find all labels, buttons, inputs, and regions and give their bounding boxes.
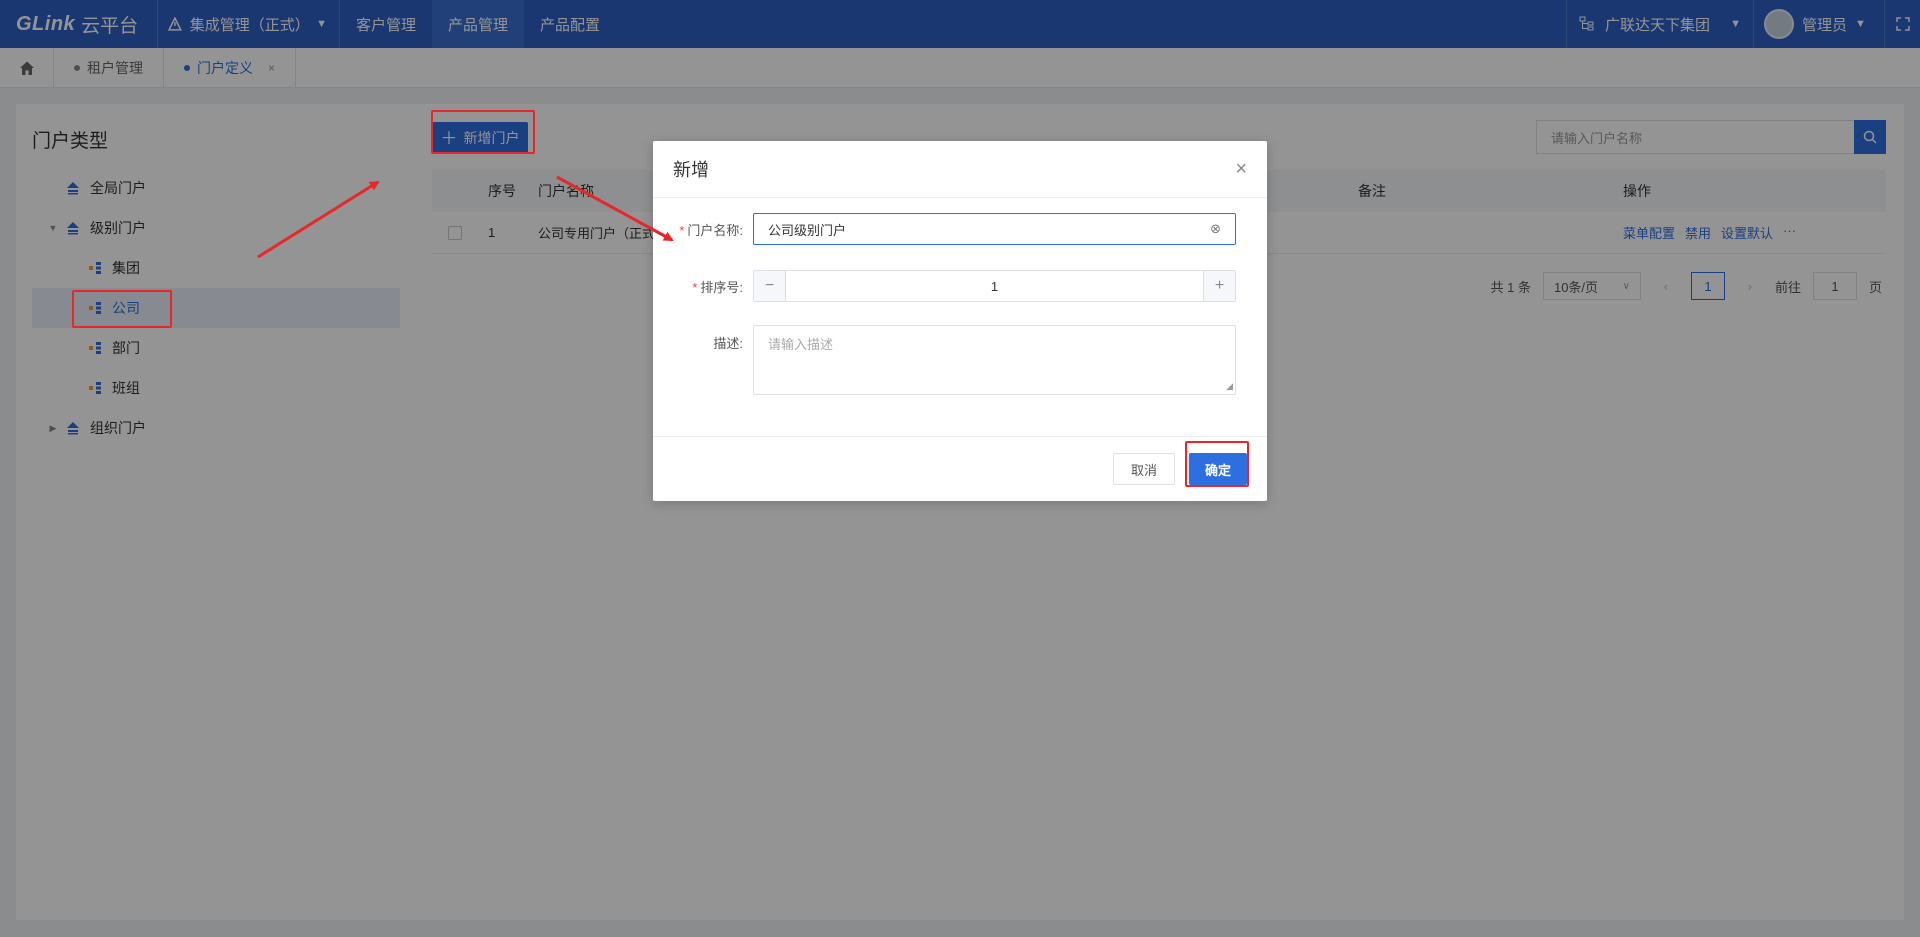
- dialog-footer: 取消 确定: [653, 436, 1267, 501]
- order-row: * 排序号: − 1 +: [653, 270, 1267, 302]
- order-stepper: − 1 +: [753, 270, 1236, 302]
- annotation-box-add-button: [431, 110, 535, 154]
- decrement-button[interactable]: −: [754, 271, 786, 301]
- order-value[interactable]: 1: [786, 279, 1203, 294]
- portal-name-value: 公司级别门户: [768, 222, 847, 238]
- clear-input-icon[interactable]: ⊗: [1210, 221, 1221, 237]
- cancel-button[interactable]: 取消: [1113, 453, 1175, 485]
- close-icon[interactable]: ×: [1235, 159, 1247, 179]
- description-row: 描述: 请输入描述 ◢: [653, 325, 1267, 395]
- dialog-header: 新增 ×: [653, 141, 1267, 198]
- portal-name-row: * 门户名称: 公司级别门户 ⊗: [653, 213, 1267, 245]
- dialog-title: 新增: [673, 160, 709, 180]
- annotation-box-confirm: [1185, 441, 1249, 487]
- portal-name-label: * 门户名称:: [679, 222, 743, 238]
- description-label: 描述:: [713, 336, 743, 351]
- increment-button[interactable]: +: [1203, 271, 1235, 301]
- description-textarea[interactable]: 请输入描述 ◢: [753, 325, 1236, 395]
- order-label: * 排序号:: [692, 279, 743, 295]
- description-placeholder: 请输入描述: [768, 337, 834, 352]
- resize-handle-icon[interactable]: ◢: [1226, 381, 1233, 392]
- add-portal-dialog: 新增 × * 门户名称: 公司级别门户 ⊗ * 排序号: − 1 + 描述: 请输入…: [653, 141, 1267, 501]
- annotation-box-company-node: [72, 290, 172, 328]
- portal-name-input[interactable]: 公司级别门户 ⊗: [753, 213, 1236, 245]
